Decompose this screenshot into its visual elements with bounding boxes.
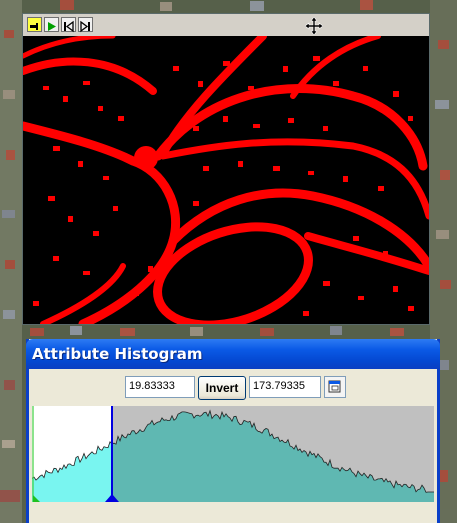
play-icon[interactable] <box>44 17 59 32</box>
pin-icon[interactable] <box>27 17 42 32</box>
step-back-icon[interactable] <box>61 17 76 33</box>
window-options-icon[interactable] <box>324 376 346 398</box>
move-icon[interactable] <box>305 17 323 35</box>
invert-button[interactable]: Invert <box>198 376 246 400</box>
attribute-histogram-dialog: Attribute Histogram 19.83333 Invert 173.… <box>26 339 440 523</box>
dialog-title-bar[interactable]: Attribute Histogram <box>26 339 440 369</box>
max-threshold-field[interactable]: 173.79335 <box>249 376 321 398</box>
min-threshold-field[interactable]: 19.83333 <box>125 376 195 398</box>
step-forward-icon[interactable] <box>78 17 93 33</box>
dialog-title: Attribute Histogram <box>32 345 203 363</box>
classified-map-window[interactable] <box>22 13 430 325</box>
classified-mask-canvas <box>23 36 429 324</box>
map-toolbar <box>23 14 429 37</box>
histogram-plot[interactable] <box>32 406 434 502</box>
